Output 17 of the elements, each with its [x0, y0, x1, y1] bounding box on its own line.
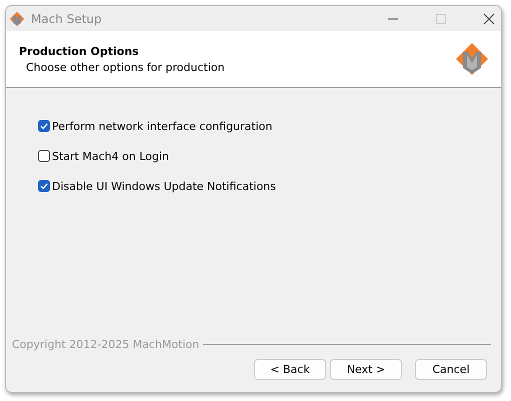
cancel-button[interactable]: Cancel	[415, 359, 487, 380]
checkbox[interactable]	[38, 180, 50, 192]
page-title: Production Options	[19, 44, 140, 58]
copyright-text: Copyright 2012-2025 MachMotion	[12, 338, 200, 351]
logo-icon	[455, 42, 489, 76]
maximize-icon	[435, 12, 447, 24]
checkbox[interactable]	[38, 150, 50, 162]
logo-icon	[9, 10, 25, 26]
next-button[interactable]: Next >	[330, 359, 402, 380]
checkbox-label[interactable]: Start Mach4 on Login	[52, 150, 169, 162]
window-title: Mach Setup	[31, 12, 102, 26]
back-button[interactable]: < Back	[254, 359, 326, 380]
checkbox[interactable]	[38, 120, 50, 132]
close-icon[interactable]	[483, 12, 495, 24]
checkbox-label[interactable]: Disable UI Windows Update Notifications	[52, 180, 276, 192]
checkbox-label[interactable]: Perform network interface configuration	[52, 120, 272, 132]
page-subtitle: Choose other options for production	[25, 60, 226, 74]
